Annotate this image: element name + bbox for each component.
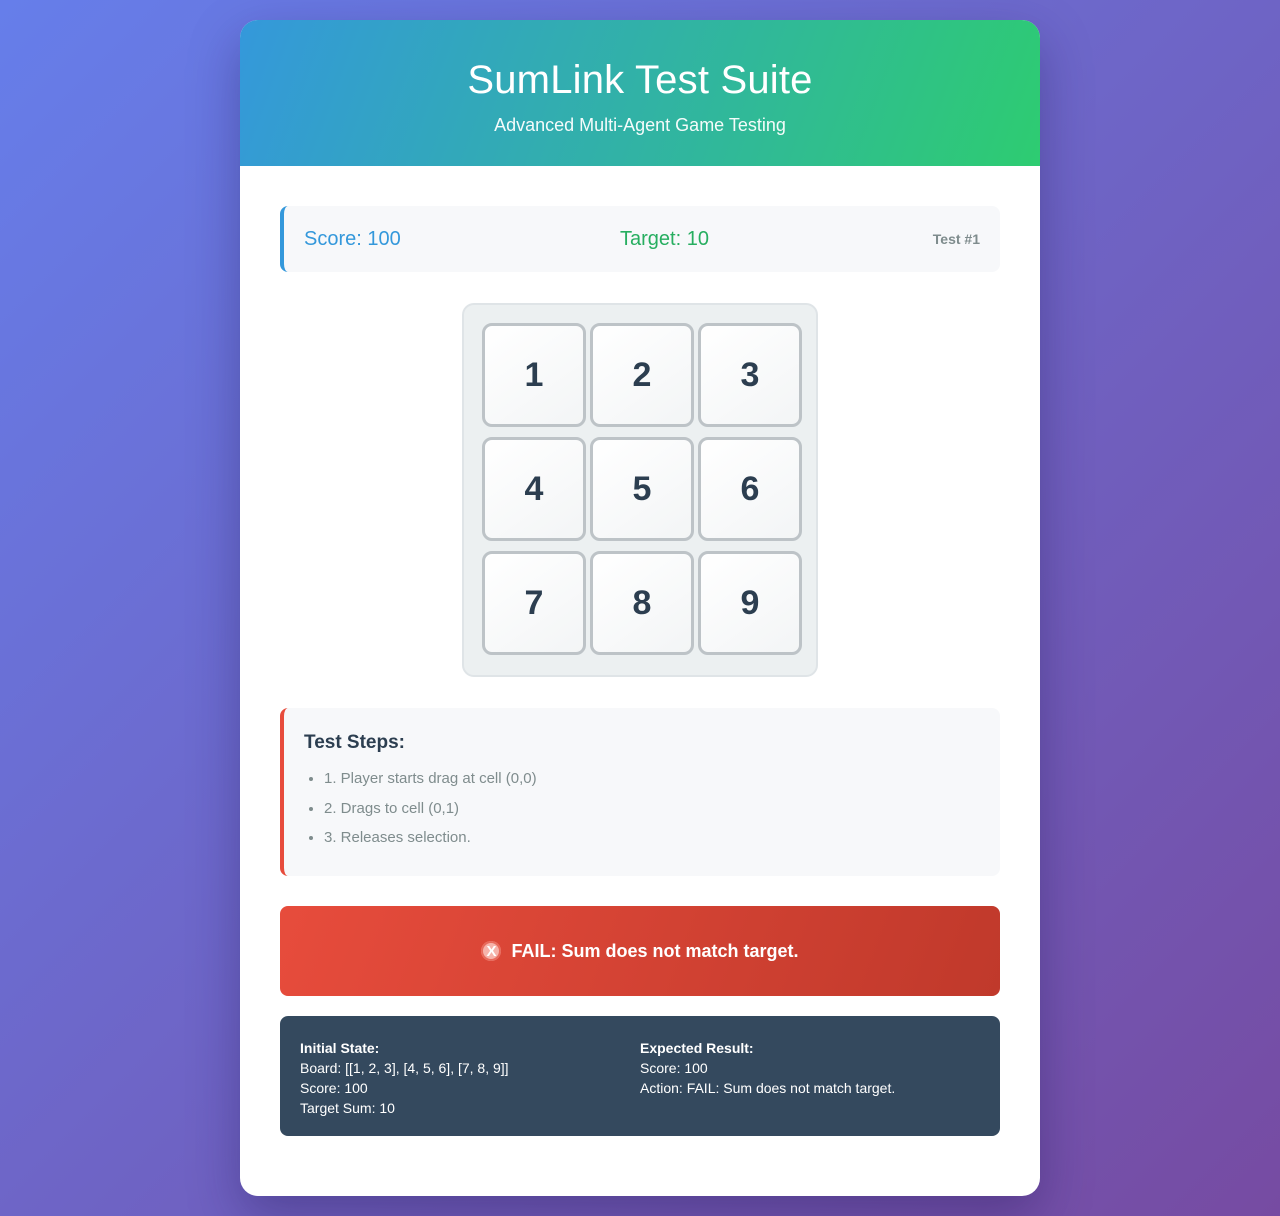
page-title: SumLink Test Suite (467, 58, 813, 102)
board-cell-1-2[interactable]: 6 (698, 437, 802, 541)
board-cell-0-0[interactable]: 1 (482, 323, 586, 427)
test-step-item: 2. Drags to cell (0,1) (324, 800, 980, 818)
board-grid: 1 2 3 4 5 6 7 8 9 (482, 323, 802, 655)
initial-board-text: Board: [[1, 2, 3], [4, 5, 6], [7, 8, 9]] (300, 1060, 509, 1076)
test-steps-title: Test Steps: (304, 732, 406, 753)
x-icon: X (481, 941, 502, 961)
expected-result-section: Expected Result: Score: 100 Action: FAIL… (640, 1038, 980, 1136)
board-cell-1-1[interactable]: 5 (590, 437, 694, 541)
state-details-panel: Initial State: Board: [[1, 2, 3], [4, 5,… (280, 1016, 1000, 1136)
test-steps-panel: Test Steps: 1. Player starts drag at cel… (280, 708, 1000, 876)
board-cell-2-2[interactable]: 9 (698, 551, 802, 655)
game-board: 1 2 3 4 5 6 7 8 9 (462, 303, 818, 677)
main-content: Score: 100 Target: 10 Test #1 1 2 3 4 5 … (240, 166, 1040, 1136)
initial-target-text: Target Sum: 10 (300, 1100, 395, 1116)
test-number: Test #1 (932, 231, 980, 247)
expected-action-text: Action: FAIL: Sum does not match target. (640, 1080, 896, 1096)
initial-state-title: Initial State: (300, 1040, 380, 1056)
board-cell-2-1[interactable]: 8 (590, 551, 694, 655)
page-subtitle: Advanced Multi-Agent Game Testing (494, 115, 786, 135)
board-cell-1-0[interactable]: 4 (482, 437, 586, 541)
result-message: FAIL: Sum does not match target. (511, 940, 799, 961)
game-test-card: SumLink Test Suite Advanced Multi-Agent … (240, 20, 1040, 1196)
expected-score-text: Score: 100 (640, 1060, 708, 1076)
result-banner: X FAIL: Sum does not match target. (280, 906, 1000, 996)
test-step-item: 3. Releases selection. (324, 829, 980, 847)
board-cell-0-1[interactable]: 2 (590, 323, 694, 427)
score-display: Score: 100 (304, 228, 401, 250)
initial-score-text: Score: 100 (300, 1080, 368, 1096)
test-steps-list: 1. Player starts drag at cell (0,0) 2. D… (304, 770, 980, 847)
status-bar: Score: 100 Target: 10 Test #1 (280, 206, 1000, 272)
expected-result-title: Expected Result: (640, 1040, 754, 1056)
initial-state-section: Initial State: Board: [[1, 2, 3], [4, 5,… (300, 1038, 640, 1136)
board-cell-0-2[interactable]: 3 (698, 323, 802, 427)
test-step-item: 1. Player starts drag at cell (0,0) (324, 770, 980, 788)
board-cell-2-0[interactable]: 7 (482, 551, 586, 655)
header: SumLink Test Suite Advanced Multi-Agent … (240, 20, 1040, 166)
target-display: Target: 10 (620, 228, 709, 250)
